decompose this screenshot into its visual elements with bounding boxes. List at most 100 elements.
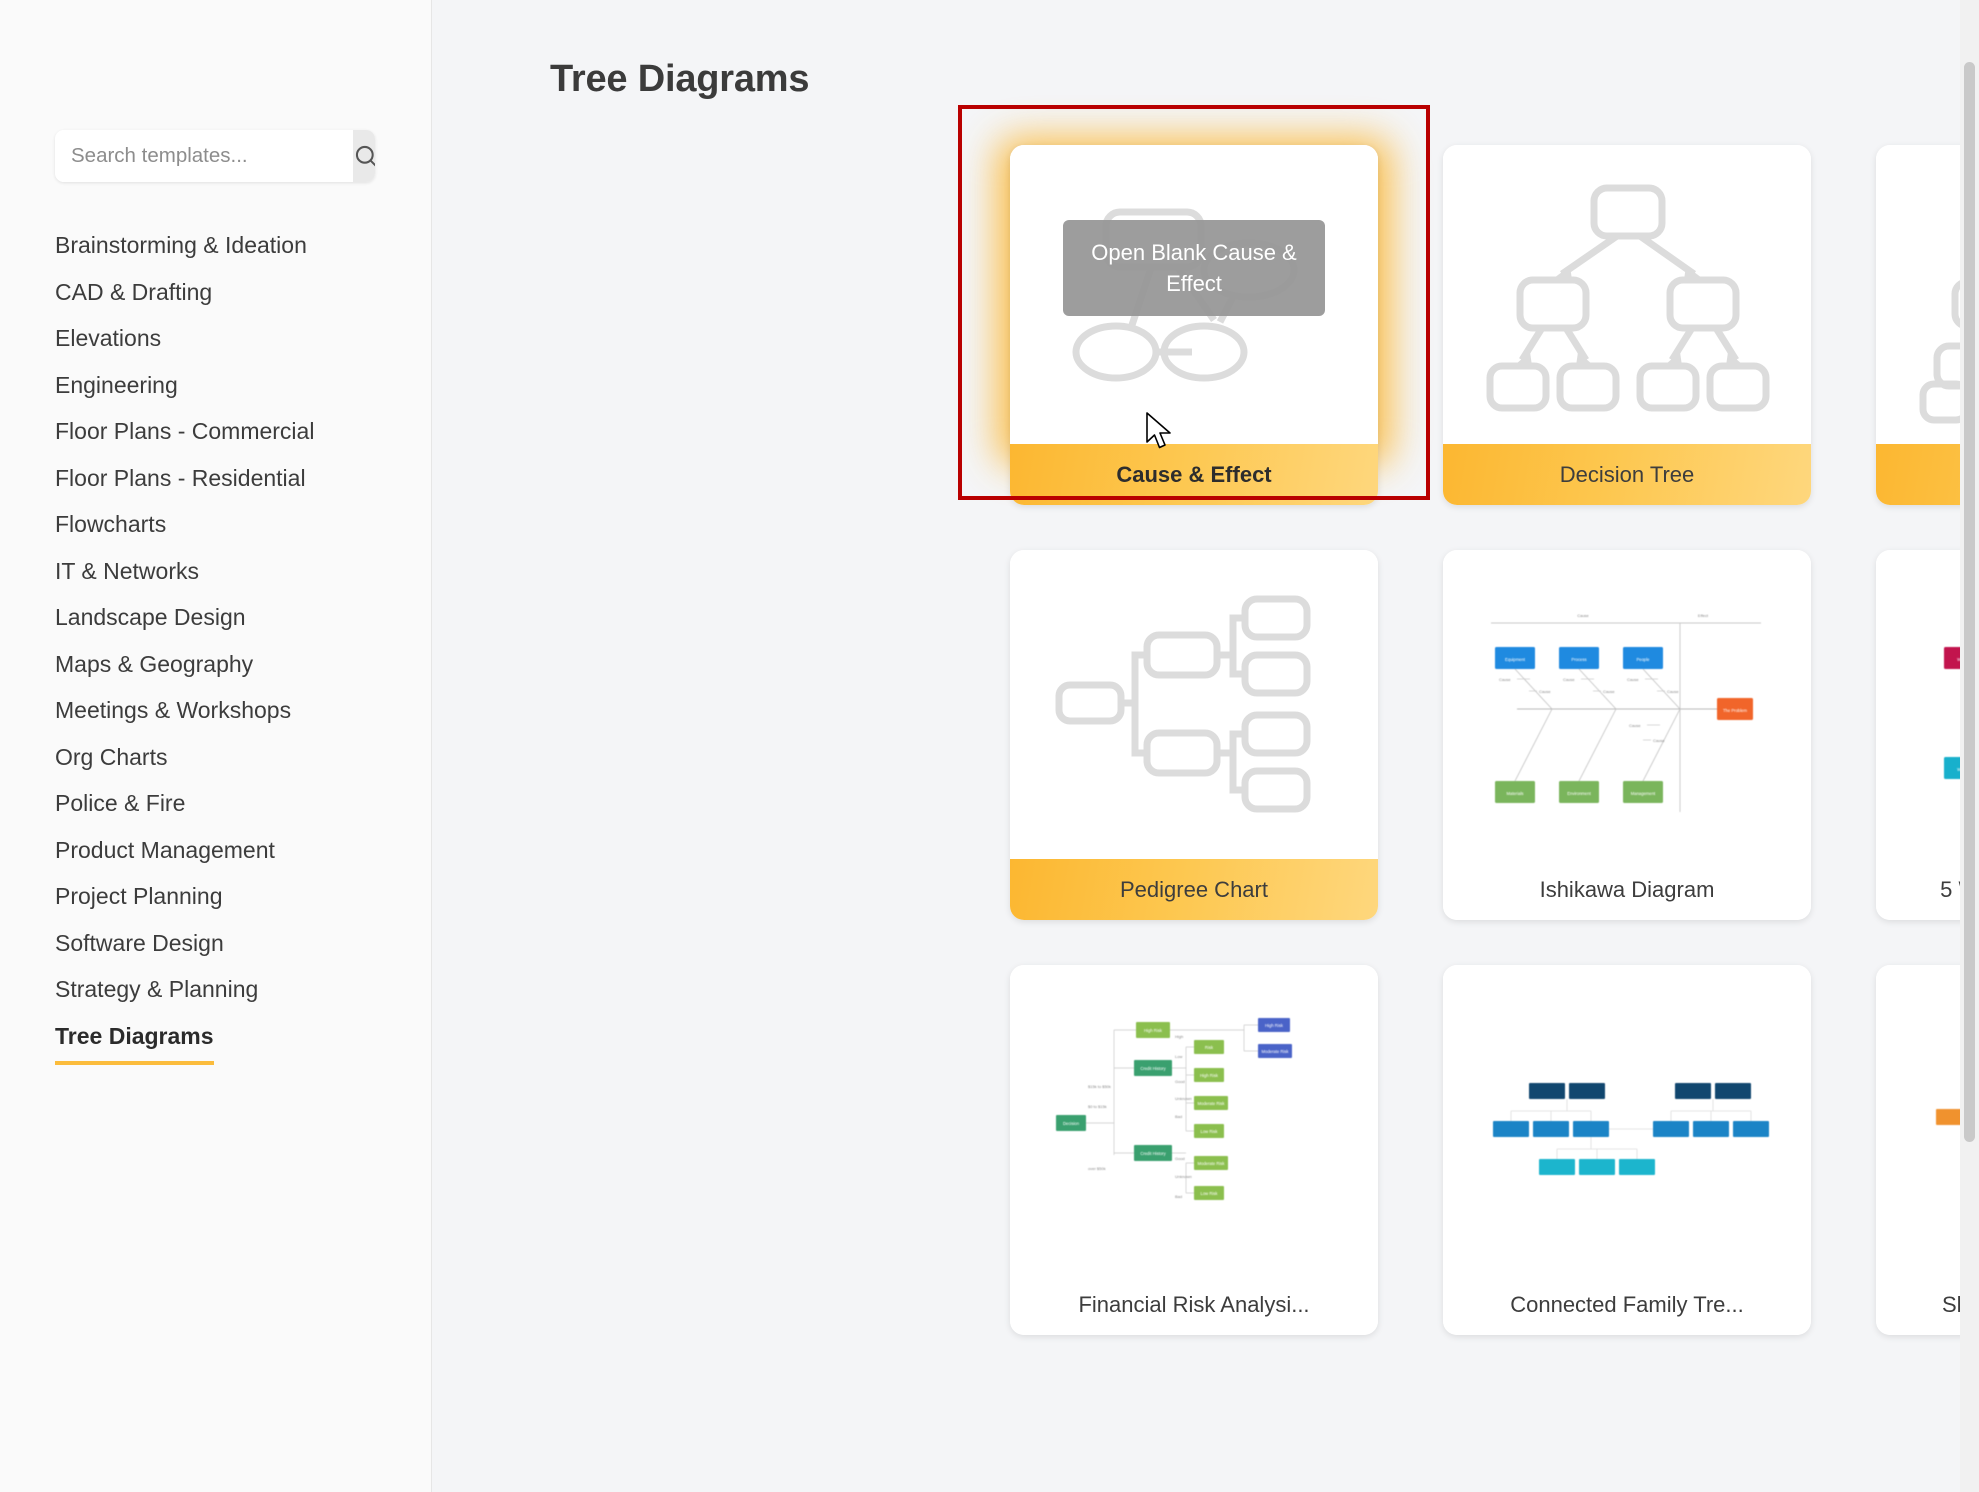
sidebar-item-floor-plans-commercial[interactable]: Floor Plans - Commercial [55,408,314,455]
sidebar: Brainstorming & Ideation CAD & Drafting … [0,0,432,1492]
sidebar-item-floor-plans-residential[interactable]: Floor Plans - Residential [55,455,306,502]
svg-text:Credit History: Credit History [1140,1151,1166,1156]
sidebar-item-maps-geography[interactable]: Maps & Geography [55,641,253,688]
nav-row: Floor Plans - Commercial [55,408,395,455]
sidebar-item-project-planning[interactable]: Project Planning [55,873,223,920]
sidebar-item-police-fire[interactable]: Police & Fire [55,780,185,827]
svg-text:Cause: Cause [1667,689,1679,694]
card-slot-cause-effect: Open Blank Cause & Effect Cause & Effect [958,105,1430,505]
nav-row: Product Management [55,827,395,874]
template-card-ishikawa[interactable]: Cause Effect Equipment Process People Ma… [1443,550,1811,920]
sidebar-item-it-networks[interactable]: IT & Networks [55,548,199,595]
svg-text:People: People [1636,657,1650,662]
svg-text:High: High [1175,1034,1183,1039]
template-card-pedigree-chart[interactable]: Pedigree Chart [1010,550,1378,920]
nav-row: Elevations [55,315,395,362]
sidebar-item-meetings-workshops[interactable]: Meetings & Workshops [55,687,291,734]
search-box[interactable] [55,130,375,182]
nav-row: Floor Plans - Residential [55,455,395,502]
nav-row: CAD & Drafting [55,269,395,316]
svg-text:Credit History: Credit History [1140,1066,1166,1071]
svg-text:High Risk: High Risk [1144,1028,1163,1033]
svg-text:The Problem: The Problem [1723,708,1747,713]
svg-text:Low Risk: Low Risk [1201,1129,1219,1134]
svg-text:Low: Low [1175,1054,1182,1059]
sidebar-item-software-design[interactable]: Software Design [55,920,224,967]
scrollbar-thumb[interactable] [1964,62,1975,1142]
svg-text:Risk: Risk [1205,1045,1214,1050]
svg-text:Effect: Effect [1698,613,1709,618]
svg-text:Cause: Cause [1629,723,1641,728]
open-blank-overlay-button[interactable]: Open Blank Cause & Effect [1063,220,1325,316]
sidebar-item-org-charts[interactable]: Org Charts [55,734,167,781]
svg-text:Good: Good [1175,1079,1185,1084]
svg-text:Bad: Bad [1175,1194,1182,1199]
svg-text:Cause: Cause [1563,677,1575,682]
svg-text:Management: Management [1631,791,1656,796]
template-browser: Brainstorming & Ideation CAD & Drafting … [0,0,1979,1492]
template-grid: Open Blank Cause & Effect Cause & Effect [432,105,1979,1380]
sidebar-item-product-management[interactable]: Product Management [55,827,275,874]
sidebar-item-landscape-design[interactable]: Landscape Design [55,594,246,641]
svg-text:Equipment: Equipment [1505,657,1526,662]
card-label-connected-family: Connected Family Tre... [1443,1274,1811,1335]
sidebar-item-brainstorming-ideation[interactable]: Brainstorming & Ideation [55,222,307,269]
svg-text:Bad: Bad [1175,1114,1182,1119]
page-title: Tree Diagrams [550,58,810,100]
nav-row: Software Design [55,920,395,967]
template-row-2: Pedigree Chart Cause Effect Equipment Pr… [432,550,1979,920]
sidebar-item-tree-diagrams[interactable]: Tree Diagrams [55,1013,214,1065]
nav-row: Strategy & Planning [55,966,395,1013]
svg-text:Process: Process [1571,657,1586,662]
svg-text:Decision: Decision [1063,1121,1080,1126]
nav-row: Maps & Geography [55,641,395,688]
template-card-decision-tree[interactable]: Decision Tree [1443,145,1811,505]
svg-text:Moderate Risk: Moderate Risk [1198,1101,1226,1106]
svg-text:Environment: Environment [1567,791,1591,796]
svg-text:Moderate Risk: Moderate Risk [1262,1049,1290,1054]
template-card-connected-family[interactable]: Connected Family Tre... [1443,965,1811,1335]
nav-row: IT & Networks [55,548,395,595]
nav-row: Engineering [55,362,395,409]
svg-text:High Risk: High Risk [1265,1023,1284,1028]
sidebar-item-flowcharts[interactable]: Flowcharts [55,501,166,548]
nav-row: Meetings & Workshops [55,687,395,734]
svg-text:Cause: Cause [1499,677,1511,682]
nav-row: Landscape Design [55,594,395,641]
main-content: Tree Diagrams Open Blank Cause & Effect … [432,0,1979,1492]
svg-text:Unknown: Unknown [1175,1096,1192,1101]
category-nav: Brainstorming & Ideation CAD & Drafting … [55,222,395,1065]
template-row-3: Decision Credit History Credit History H… [432,965,1979,1335]
svg-text:Cause: Cause [1539,689,1551,694]
thumbnail-ishikawa: Cause Effect Equipment Process People Ma… [1443,550,1811,859]
card-label-decision-tree: Decision Tree [1443,444,1811,505]
svg-text:Moderate Risk: Moderate Risk [1198,1161,1226,1166]
svg-text:Cause: Cause [1577,613,1589,618]
search-input[interactable] [55,130,353,182]
nav-row: Project Planning [55,873,395,920]
nav-row: Org Charts [55,734,395,781]
nav-row: Tree Diagrams [55,1013,395,1065]
svg-text:$15k to $50k: $15k to $50k [1088,1084,1111,1089]
search-icon[interactable] [353,130,375,182]
svg-text:Cause: Cause [1627,677,1639,682]
card-label-financial-risk: Financial Risk Analysi... [1010,1274,1378,1335]
sidebar-item-cad-drafting[interactable]: CAD & Drafting [55,269,212,316]
svg-text:Cause: Cause [1653,738,1665,743]
sidebar-item-strategy-planning[interactable]: Strategy & Planning [55,966,258,1013]
thumbnail-financial-risk: Decision Credit History Credit History H… [1010,965,1378,1274]
template-card-cause-effect[interactable]: Open Blank Cause & Effect Cause & Effect [1010,145,1378,505]
card-label-cause-effect: Cause & Effect [1010,444,1378,505]
template-row-1: Open Blank Cause & Effect Cause & Effect [432,105,1979,505]
svg-text:Good: Good [1175,1156,1185,1161]
nav-row: Brainstorming & Ideation [55,222,395,269]
card-label-ishikawa: Ishikawa Diagram [1443,859,1811,920]
thumbnail-decision-tree [1443,145,1811,444]
template-card-financial-risk[interactable]: Decision Credit History Credit History H… [1010,965,1378,1335]
thumbnail-pedigree-chart [1010,550,1378,859]
svg-text:Materials: Materials [1507,791,1524,796]
sidebar-item-elevations[interactable]: Elevations [55,315,161,362]
sidebar-item-engineering[interactable]: Engineering [55,362,178,409]
svg-text:$0 to $15k: $0 to $15k [1088,1104,1107,1109]
nav-row: Flowcharts [55,501,395,548]
